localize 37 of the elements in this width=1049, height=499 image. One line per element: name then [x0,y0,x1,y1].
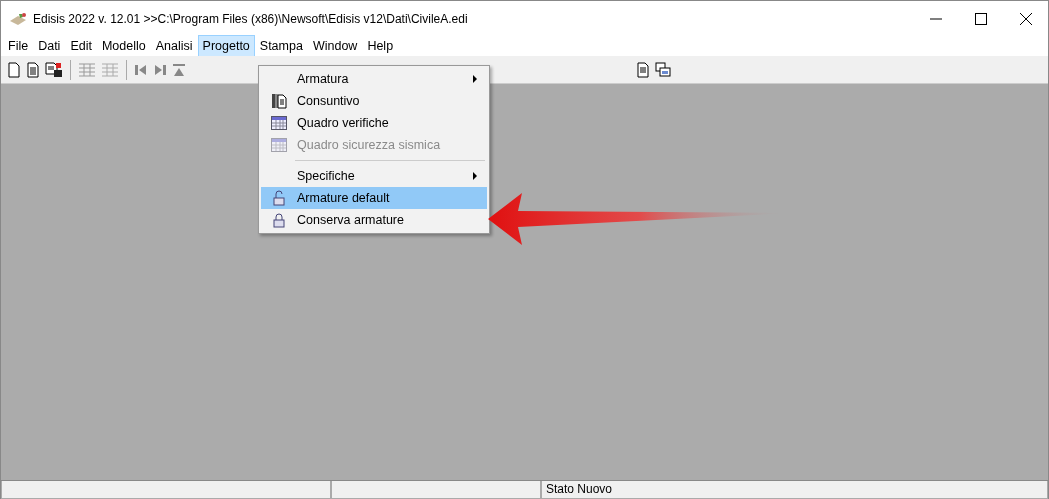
minimize-icon [929,17,942,20]
document-icon[interactable] [636,61,650,78]
padlock-icon [273,212,285,228]
new-file-icon[interactable] [7,61,21,78]
menu-option[interactable]: Consuntivo [261,90,487,112]
menu-item[interactable]: Help [362,34,399,58]
windows-icon[interactable] [655,61,671,78]
pages-icon [271,93,287,109]
table-icon [271,116,287,130]
menu-option[interactable]: Quadro verifiche [261,112,487,134]
menu-item[interactable]: Stampa [254,34,308,58]
last-icon[interactable] [153,62,167,77]
grid-icon[interactable] [78,61,96,78]
status-text: Stato Nuovo [541,481,1048,499]
menu-item[interactable]: Modello [96,34,151,58]
menu-option[interactable]: Conserva armature [261,209,487,231]
grid-icon[interactable] [101,61,119,78]
unlocked-padlock-icon [273,190,285,206]
maximize-icon [974,12,987,25]
menu-option[interactable]: Specifiche [261,165,487,187]
menu-item[interactable]: Analisi [150,34,198,58]
menu-item[interactable]: File [3,34,34,58]
app-icon [9,11,27,26]
top-icon[interactable] [172,62,186,77]
window-title: Edisis 2022 v. 12.01 >>C:\Program Files (x86)\Newsoft\Edisis v12\Dati\CivileA.edi [33,10,468,28]
submenu-arrow-icon [473,75,477,84]
first-icon[interactable] [134,62,148,77]
menu-item[interactable]: Edit [65,34,97,58]
document-icon[interactable] [26,61,40,78]
table-icon [271,138,287,152]
menu-option[interactable]: Armatura [261,68,487,90]
menu-option[interactable]: Armature default [261,187,487,209]
menu-item[interactable]: Window [307,34,363,58]
close-icon [1019,12,1032,25]
save-icon[interactable] [45,61,63,78]
menu-item[interactable]: Dati [33,34,66,58]
submenu-arrow-icon [473,172,477,181]
